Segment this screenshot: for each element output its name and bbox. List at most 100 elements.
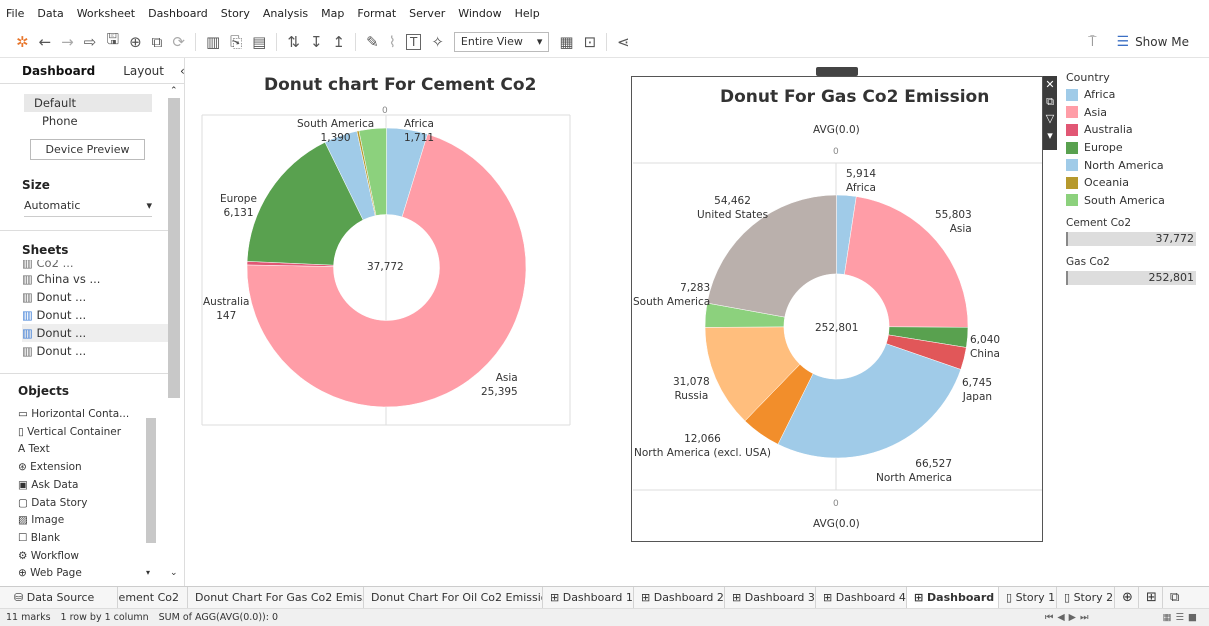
tab-oil-co2[interactable]: Donut Chart For Oil Co2 Emission: [364, 587, 543, 608]
list-item[interactable]: ▥ Donut ...: [22, 306, 168, 324]
legend-item[interactable]: South America: [1066, 192, 1206, 210]
object-horizontal-container[interactable]: ▭ Horizontal Conta...: [18, 406, 146, 424]
tab-dashboard-3[interactable]: ⊞ Dashboard 3: [725, 587, 816, 608]
list-item[interactable]: ▥ Donut ...: [22, 288, 168, 306]
legend-item[interactable]: Oceania: [1066, 174, 1206, 192]
object-vertical-container[interactable]: ▯ Vertical Container: [18, 424, 146, 442]
menu-format[interactable]: Format: [357, 7, 396, 20]
labels-icon[interactable]: T: [406, 33, 422, 50]
pane-scroll-down[interactable]: ⌄: [170, 568, 178, 578]
tab-dashboard-2[interactable]: ⊞ Dashboard 2: [634, 587, 725, 608]
list-item[interactable]: ▥ China vs ...: [22, 270, 168, 288]
scroll-down-icon[interactable]: ▾: [146, 568, 150, 577]
list-item[interactable]: ▥ Co2 ...: [22, 260, 168, 270]
clear-sheet-icon[interactable]: ▤: [252, 33, 266, 51]
legend-item[interactable]: Africa: [1066, 86, 1206, 104]
sort-desc-icon[interactable]: ↥: [333, 33, 346, 51]
legend-item[interactable]: Australia: [1066, 121, 1206, 139]
cement-range-slider[interactable]: 37,772: [1066, 232, 1196, 247]
object-text[interactable]: A Text: [18, 441, 146, 459]
drag-handle[interactable]: [816, 67, 858, 76]
share-icon[interactable]: ⋖: [617, 33, 630, 51]
list-item[interactable]: ▥ Donut ...: [22, 324, 168, 342]
menu-data[interactable]: Data: [37, 7, 63, 20]
legend-item[interactable]: North America: [1066, 156, 1206, 174]
tab-data-source[interactable]: ⛁ Data Source: [0, 587, 118, 608]
device-preview-button[interactable]: Device Preview: [30, 139, 145, 160]
refresh-icon[interactable]: ⟳: [172, 33, 185, 51]
collapse-pane-icon[interactable]: ‹: [174, 64, 195, 78]
tab-dashboard-1[interactable]: ⊞ Dashboard 1: [543, 587, 634, 608]
back-icon[interactable]: ←: [39, 33, 52, 51]
legend-item[interactable]: Europe: [1066, 139, 1206, 157]
object-label: Image: [31, 514, 65, 527]
menu-window[interactable]: Window: [458, 7, 501, 20]
device-default[interactable]: Default: [24, 94, 152, 112]
list-item[interactable]: ▥ Donut ...: [22, 342, 168, 360]
new-worksheet-icon[interactable]: ⊕: [1115, 587, 1139, 608]
new-story-icon[interactable]: ⧉: [1163, 587, 1187, 608]
objects-scrollbar[interactable]: [146, 418, 156, 543]
tab-dashboard-5[interactable]: ⊞ Dashboard 5: [907, 587, 999, 608]
highlight-icon[interactable]: ✎: [366, 33, 379, 51]
save-icon[interactable]: 🖫: [106, 29, 119, 54]
legend-item[interactable]: Asia: [1066, 104, 1206, 122]
size-dropdown[interactable]: Automatic ▾: [24, 199, 152, 217]
add-chart-icon[interactable]: ▥: [206, 33, 220, 51]
dashboard-icon: ⊞: [914, 591, 928, 604]
tab-story-1[interactable]: ▯ Story 1: [999, 587, 1057, 608]
swap-icon[interactable]: ⇅: [287, 33, 300, 51]
menu-story[interactable]: Story: [221, 7, 250, 20]
sort-asc-icon[interactable]: ↧: [310, 33, 323, 51]
chevron-down-icon: ▾: [536, 35, 543, 48]
signpost-icon[interactable]: ⍑: [1088, 34, 1096, 50]
object-workflow[interactable]: ⚙ Workflow: [18, 548, 146, 566]
duplicate-icon[interactable]: ⧉: [152, 33, 163, 51]
pane-scrollbar[interactable]: [168, 98, 180, 398]
object-label: Ask Data: [31, 478, 79, 491]
legend-label: Oceania: [1084, 176, 1129, 190]
pane-scroll-up[interactable]: ⌃: [170, 86, 178, 96]
forward-icon[interactable]: →: [61, 33, 74, 51]
tab-layout[interactable]: Layout: [105, 64, 174, 78]
tab-cement-co2[interactable]: Cement Co2: [118, 587, 188, 608]
view-mode-icons[interactable]: ▦☰■: [1163, 612, 1201, 623]
menu-file[interactable]: File: [6, 7, 24, 20]
menu-dashboard[interactable]: Dashboard: [148, 7, 208, 20]
object-blank[interactable]: ☐ Blank: [18, 530, 146, 548]
object-extension[interactable]: ⊛ Extension: [18, 459, 146, 477]
donut-slice-north-america[interactable]: [777, 343, 962, 459]
new-sheet-icon[interactable]: ⊕: [129, 33, 142, 51]
menu-worksheet[interactable]: Worksheet: [77, 7, 135, 20]
show-me-button[interactable]: ⍑ ☰ Show Me: [1088, 34, 1189, 50]
menu-analysis[interactable]: Analysis: [263, 7, 308, 20]
copy-icon[interactable]: ⎘: [230, 33, 242, 51]
tableau-logo-icon[interactable]: ✲: [16, 33, 29, 51]
tab-gas-co2[interactable]: Donut Chart For Gas Co2 Emissi...: [188, 587, 364, 608]
new-datasource-icon[interactable]: ⇨: [84, 33, 97, 51]
pin-icon[interactable]: ✧: [431, 33, 444, 51]
gas-range-slider[interactable]: 252,801: [1066, 271, 1196, 286]
show-cards-icon[interactable]: ▦: [559, 33, 573, 51]
device-phone[interactable]: Phone: [42, 114, 78, 128]
object-web-page[interactable]: ⊕ Web Page: [18, 565, 146, 583]
open-sheet-icon[interactable]: ⧉: [1043, 93, 1057, 110]
sheet-label: Donut ...: [36, 290, 87, 304]
menu-map[interactable]: Map: [321, 7, 344, 20]
tab-dashboard[interactable]: Dashboard: [0, 64, 105, 78]
tab-story-2[interactable]: ▯ Story 2: [1057, 587, 1115, 608]
group-icon[interactable]: ⌇: [389, 33, 396, 51]
object-image[interactable]: ▨ Image: [18, 512, 146, 530]
tab-dashboard-4[interactable]: ⊞ Dashboard 4: [816, 587, 907, 608]
filter-icon[interactable]: ▽: [1043, 110, 1057, 127]
more-options-icon[interactable]: ▾: [1043, 127, 1057, 144]
presentation-icon[interactable]: ⊡: [584, 33, 597, 51]
menu-help[interactable]: Help: [515, 7, 540, 20]
menu-server[interactable]: Server: [409, 7, 445, 20]
sheet-navigation-icons[interactable]: ⏮◀▶⏭: [1045, 612, 1093, 623]
close-icon[interactable]: ✕: [1043, 76, 1057, 93]
fit-dropdown[interactable]: Entire View ▾: [453, 31, 550, 52]
object-data-story[interactable]: ▢ Data Story: [18, 495, 146, 513]
object-ask-data[interactable]: ▣ Ask Data: [18, 477, 146, 495]
new-dashboard-icon[interactable]: ⊞: [1139, 587, 1163, 608]
